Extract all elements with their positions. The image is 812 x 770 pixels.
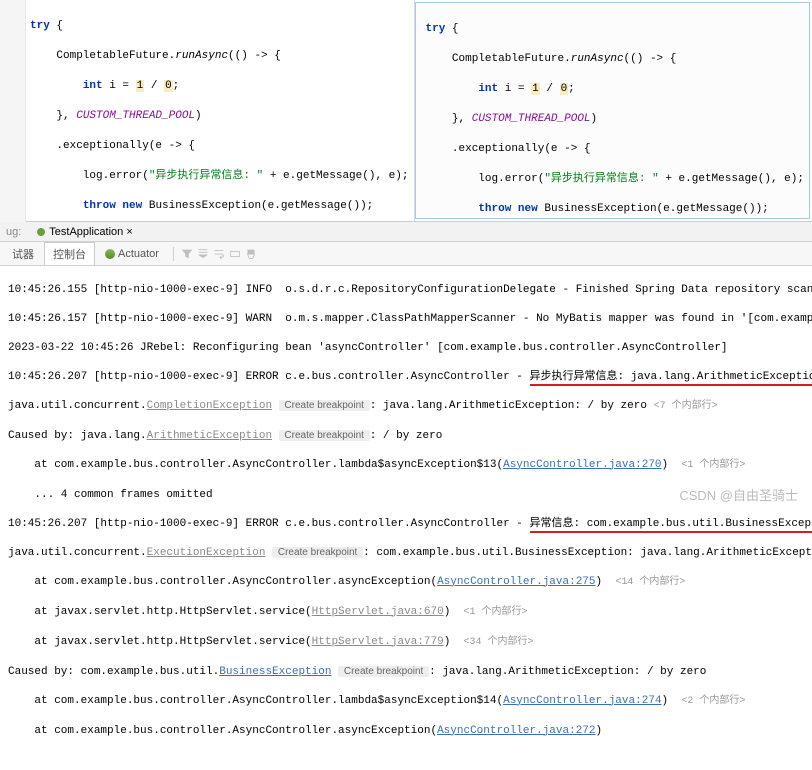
wrap-icon[interactable]: [212, 247, 226, 261]
exception-link[interactable]: ExecutionException: [147, 547, 266, 559]
editor-gutter: [0, 0, 26, 222]
log-line: 10:45:26.157 [http-nio-1000-exec-9] WARN…: [8, 312, 808, 327]
source-link[interactable]: AsyncController.java:270: [503, 459, 661, 471]
stack-line: at javax.servlet.http.HttpServlet.servic…: [8, 635, 808, 651]
editor-pane-left[interactable]: trytry { { CompletableFuture.runAsync(()…: [0, 0, 415, 221]
actuator-icon: [105, 249, 115, 259]
create-breakpoint-button[interactable]: Create breakpoint: [338, 666, 429, 677]
editor-split-view: trytry { { CompletableFuture.runAsync(()…: [0, 0, 812, 222]
create-breakpoint-button[interactable]: Create breakpoint: [272, 547, 363, 558]
log-line-error: 10:45:26.207 [http-nio-1000-exec-9] ERRO…: [8, 370, 808, 385]
tab-debugger[interactable]: 试器: [4, 243, 42, 265]
debug-label: ug:: [0, 226, 27, 238]
tab-console[interactable]: 控制台: [44, 242, 95, 265]
log-line: ... 4 common frames omitted: [8, 488, 808, 503]
console-output[interactable]: 10:45:26.155 [http-nio-1000-exec-9] INFO…: [0, 266, 812, 767]
tab-actuator[interactable]: Actuator: [97, 245, 167, 263]
source-link[interactable]: HttpServlet.java:779: [312, 636, 444, 648]
tool-window-bottom: ug: TestApplication × 试器 控制台 Actuator 10…: [0, 222, 812, 767]
log-line: Caused by: java.lang.ArithmeticException…: [8, 429, 808, 444]
exception-link[interactable]: ArithmeticException: [147, 430, 272, 442]
stack-line: at com.example.bus.controller.AsyncContr…: [8, 575, 808, 591]
exception-link[interactable]: CompletionException: [147, 400, 272, 412]
stack-line: at com.example.bus.controller.AsyncContr…: [8, 458, 808, 474]
stack-line: at com.example.bus.controller.AsyncContr…: [8, 724, 808, 739]
log-line: Caused by: com.example.bus.util.Business…: [8, 665, 808, 680]
print-icon[interactable]: [228, 247, 242, 261]
tab-test-application[interactable]: TestApplication ×: [27, 226, 142, 238]
debug-tabs: ug: TestApplication ×: [0, 222, 812, 242]
log-line: java.util.concurrent.CompletionException…: [8, 399, 808, 415]
scroll-icon[interactable]: [196, 247, 210, 261]
log-line-error: 10:45:26.207 [http-nio-1000-exec-9] ERRO…: [8, 517, 808, 532]
create-breakpoint-button[interactable]: Create breakpoint: [279, 400, 370, 411]
log-line: java.util.concurrent.ExecutionException …: [8, 546, 808, 561]
stack-line: at com.example.bus.controller.AsyncContr…: [8, 694, 808, 710]
source-link[interactable]: AsyncController.java:272: [437, 725, 595, 737]
source-link[interactable]: AsyncController.java:274: [503, 695, 661, 707]
run-status-icon: [37, 228, 45, 236]
log-line: 10:45:26.155 [http-nio-1000-exec-9] INFO…: [8, 283, 808, 298]
source-link[interactable]: HttpServlet.java:670: [312, 606, 444, 618]
clear-icon[interactable]: [244, 247, 258, 261]
stack-line: at javax.servlet.http.HttpServlet.servic…: [8, 605, 808, 621]
log-line: 2023-03-22 10:45:26 JRebel: Reconfigurin…: [8, 341, 808, 356]
exception-link[interactable]: BusinessException: [219, 666, 331, 678]
filter-icon[interactable]: [180, 247, 194, 261]
create-breakpoint-button[interactable]: Create breakpoint: [279, 430, 370, 441]
source-link[interactable]: AsyncController.java:275: [437, 576, 595, 588]
console-toolbar: 试器 控制台 Actuator: [0, 242, 812, 266]
editor-pane-right[interactable]: try { CompletableFuture.runAsync(() -> {…: [415, 2, 811, 219]
